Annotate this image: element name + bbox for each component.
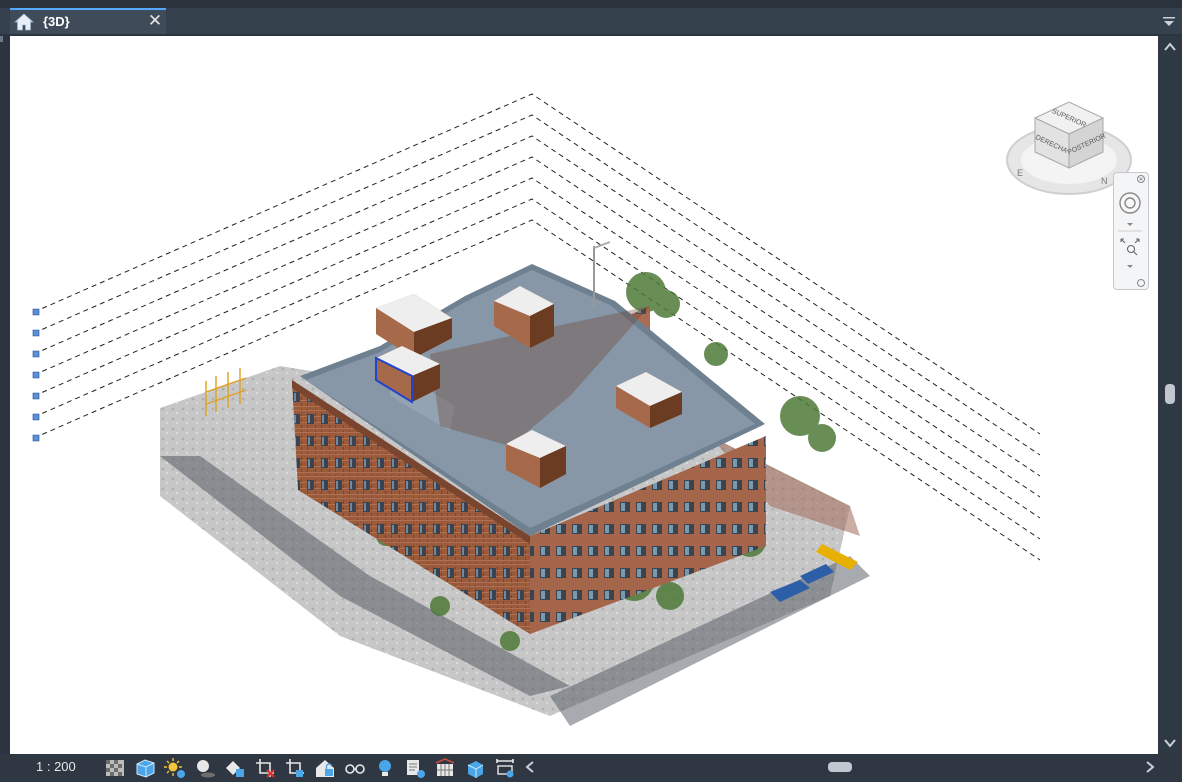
visual-style-icon[interactable]: [134, 757, 156, 779]
tab-title: {3D}: [43, 14, 70, 29]
top-band: [0, 0, 1182, 8]
left-edge: [0, 34, 10, 756]
steering-wheel-dropdown-icon[interactable]: [1127, 223, 1133, 226]
render-icon[interactable]: [224, 757, 246, 779]
scroll-down-arrow-icon[interactable]: [1163, 736, 1177, 750]
reveal-hidden-elements-icon[interactable]: [374, 757, 396, 779]
zoom-extents-icon[interactable]: [1120, 238, 1140, 256]
show-analytical-model-icon[interactable]: [434, 757, 456, 779]
scroll-up-arrow-icon[interactable]: [1163, 40, 1177, 54]
view-scale[interactable]: 1 : 200: [36, 759, 76, 774]
view-tab-bar: {3D} ✕: [0, 8, 1182, 34]
viewcube[interactable]: SUPERIOR DERECHA POSTERIOR E N: [993, 50, 1133, 210]
temporary-hide-isolate-icon[interactable]: [344, 757, 366, 779]
point-cloud-model: [32, 93, 1041, 726]
detail-level-icon[interactable]: [104, 757, 126, 779]
crop-view-icon[interactable]: [254, 757, 276, 779]
tab-3d-view[interactable]: {3D} ✕: [10, 8, 166, 34]
scroll-right-arrow-icon[interactable]: [1144, 760, 1156, 774]
3d-view-canvas[interactable]: [10, 36, 1158, 754]
reveal-constraints-icon[interactable]: [494, 757, 516, 779]
sun-path-icon[interactable]: [164, 757, 186, 779]
navigation-bar: [1113, 172, 1149, 290]
compass-north[interactable]: N: [1101, 176, 1108, 186]
home-icon: [14, 13, 34, 31]
scroll-left-arrow-icon[interactable]: [524, 760, 536, 774]
horizontal-scroll-thumb[interactable]: [828, 762, 852, 772]
highlight-displacement-icon[interactable]: [464, 757, 486, 779]
navbar-options-icon[interactable]: [1137, 279, 1145, 287]
unlock-3d-view-icon[interactable]: [314, 757, 336, 779]
tab-menu-icon[interactable]: [1162, 14, 1176, 28]
vertical-scroll-thumb[interactable]: [1165, 384, 1175, 404]
shadows-icon[interactable]: [194, 757, 216, 779]
vertical-scrollbar[interactable]: [1158, 36, 1182, 754]
close-tab-button[interactable]: ✕: [146, 11, 164, 31]
view-control-bar: 1 : 200: [0, 754, 1182, 782]
show-crop-region-icon[interactable]: [284, 757, 306, 779]
zoom-dropdown-icon[interactable]: [1127, 265, 1133, 268]
temporary-view-properties-icon[interactable]: [404, 757, 426, 779]
navbar-close-icon[interactable]: [1137, 175, 1145, 183]
compass-east[interactable]: E: [1017, 168, 1023, 178]
steering-wheel-icon[interactable]: [1119, 192, 1141, 214]
